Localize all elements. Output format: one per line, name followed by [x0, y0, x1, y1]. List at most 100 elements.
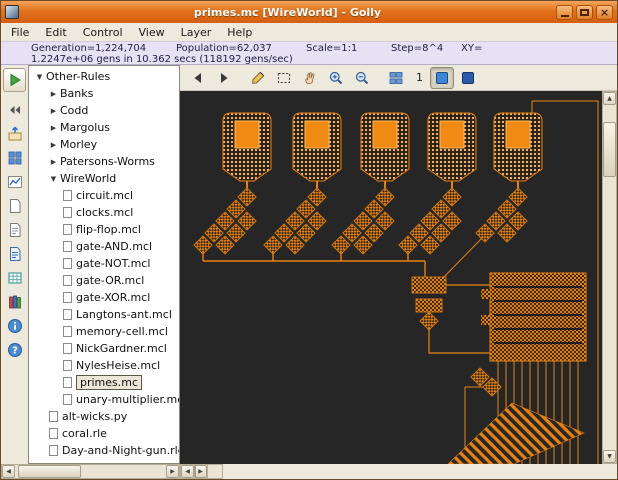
- draw-button[interactable]: [246, 67, 270, 89]
- scroll-up-icon[interactable]: ▲: [603, 92, 616, 105]
- collapse-panel-button[interactable]: [3, 99, 26, 120]
- save-pattern-button[interactable]: [3, 243, 26, 264]
- pattern-info-button[interactable]: [3, 219, 26, 240]
- tree-item-label: NickGardner.mcl: [76, 342, 167, 355]
- file-icon: [63, 292, 72, 303]
- select-button[interactable]: [272, 67, 296, 89]
- layer-1-button[interactable]: [430, 67, 454, 89]
- menu-control[interactable]: Control: [75, 25, 131, 40]
- menu-view[interactable]: View: [131, 25, 173, 40]
- file-icon: [49, 411, 58, 422]
- tree-item-primes.mc[interactable]: primes.mc: [29, 374, 179, 391]
- tree-item-label: gate-OR.mcl: [76, 274, 144, 287]
- blue-tiles-icon: [7, 150, 23, 166]
- tile-layers-button[interactable]: [384, 67, 408, 89]
- scroll-left-icon[interactable]: ◀: [2, 465, 15, 478]
- menu-bar: FileEditControlViewLayerHelp: [1, 23, 617, 41]
- tree-item-label: flip-flop.mcl: [76, 223, 141, 236]
- scroll-down-icon[interactable]: ▼: [603, 450, 616, 463]
- file-icon: [63, 394, 72, 405]
- help-button[interactable]: ?: [3, 339, 26, 360]
- move-button[interactable]: [298, 67, 322, 89]
- tree-item-label: Patersons-Worms: [60, 155, 155, 168]
- layer-2-button[interactable]: [456, 67, 480, 89]
- close-button[interactable]: ×: [596, 5, 613, 20]
- menu-help[interactable]: Help: [219, 25, 260, 40]
- show-graph-button[interactable]: [3, 171, 26, 192]
- triangle-closed-icon[interactable]: ▶: [47, 124, 60, 132]
- view-toolbar: 1: [180, 65, 617, 91]
- canvas-vscrollbar[interactable]: ▲ ▼: [602, 91, 617, 464]
- tree-item-flip-flop.mcl[interactable]: flip-flop.mcl: [29, 221, 179, 238]
- tree-item-gate-AND.mcl[interactable]: gate-AND.mcl: [29, 238, 179, 255]
- tree-item-NickGardner.mcl[interactable]: NickGardner.mcl: [29, 340, 179, 357]
- tree-item-Margolus[interactable]: ▶Margolus: [29, 119, 179, 136]
- window-title: primes.mc [WireWorld] - Golly: [22, 6, 553, 19]
- title-bar[interactable]: primes.mc [WireWorld] - Golly ×: [1, 1, 617, 23]
- info-button[interactable]: [3, 315, 26, 336]
- tree-item-label: clocks.mcl: [76, 206, 133, 219]
- show-layers-button[interactable]: [3, 147, 26, 168]
- tree-item-coral.rle[interactable]: coral.rle: [29, 425, 179, 442]
- scroll-right-icon[interactable]: ▶: [166, 465, 179, 478]
- tree-item-unary-multiplier.mcl[interactable]: unary-multiplier.mcl: [29, 391, 179, 408]
- tree-item-memory-cell.mcl[interactable]: memory-cell.mcl: [29, 323, 179, 340]
- tree-item-NylesHeise.mcl[interactable]: NylesHeise.mcl: [29, 357, 179, 374]
- pattern-library-button[interactable]: [3, 291, 26, 312]
- pattern-canvas[interactable]: [180, 91, 602, 464]
- tree-item-Patersons-Worms[interactable]: ▶Patersons-Worms: [29, 153, 179, 170]
- menu-layer[interactable]: Layer: [173, 25, 220, 40]
- graph-icon: [7, 174, 23, 190]
- tree-item-gate-XOR.mcl[interactable]: gate-XOR.mcl: [29, 289, 179, 306]
- pattern-tree: ▼Other-Rules▶Banks▶Codd▶Margolus▶Morley▶…: [28, 65, 180, 464]
- close-icon: ×: [600, 7, 609, 18]
- run-button[interactable]: [3, 68, 26, 92]
- status-population: Population=62,037: [176, 43, 306, 54]
- tree-item-Other-Rules[interactable]: ▼Other-Rules: [29, 68, 179, 85]
- triangle-open-icon[interactable]: ▼: [47, 175, 60, 183]
- tree-item-gate-NOT.mcl[interactable]: gate-NOT.mcl: [29, 255, 179, 272]
- tree-item-Banks[interactable]: ▶Banks: [29, 85, 179, 102]
- tree-hscroll-thumb[interactable]: [18, 465, 81, 478]
- tree-item-Morley[interactable]: ▶Morley: [29, 136, 179, 153]
- tree-item-gate-OR.mcl[interactable]: gate-OR.mcl: [29, 272, 179, 289]
- new-pattern-button[interactable]: [3, 195, 26, 216]
- forward-button[interactable]: [212, 67, 236, 89]
- show-table-button[interactable]: [3, 267, 26, 288]
- maximize-button[interactable]: [576, 5, 593, 20]
- tree-item-Day-and-Night-gun.rle[interactable]: Day-and-Night-gun.rle: [29, 442, 179, 459]
- golly-window: primes.mc [WireWorld] - Golly × FileEdit…: [0, 0, 618, 480]
- canvas-vscroll-thumb[interactable]: [603, 122, 616, 177]
- tree-hscrollbar[interactable]: ◀ ▶: [1, 464, 180, 479]
- canvas-hscrollbar[interactable]: ◀ ▶: [180, 464, 208, 479]
- tree-item-clocks.mcl[interactable]: clocks.mcl: [29, 204, 179, 221]
- status-generation: Generation=1,224,704: [31, 43, 176, 54]
- tree-item-alt-wicks.py[interactable]: alt-wicks.py: [29, 408, 179, 425]
- file-icon: [49, 445, 58, 456]
- books-icon: [7, 294, 23, 310]
- menu-edit[interactable]: Edit: [37, 25, 74, 40]
- zoom-out-button[interactable]: [350, 67, 374, 89]
- open-pattern-button[interactable]: [3, 123, 26, 144]
- tree-item-WireWorld[interactable]: ▼WireWorld: [29, 170, 179, 187]
- scroll-left-icon[interactable]: ◀: [181, 465, 194, 478]
- minimize-button[interactable]: [556, 5, 573, 20]
- triangle-closed-icon[interactable]: ▶: [47, 158, 60, 166]
- tree-item-label: gate-AND.mcl: [76, 240, 152, 253]
- back-button[interactable]: [186, 67, 210, 89]
- status-bar: Generation=1,224,704 Population=62,037 S…: [1, 41, 617, 65]
- triangle-closed-icon[interactable]: ▶: [47, 141, 60, 149]
- triangle-open-icon[interactable]: ▼: [33, 73, 46, 81]
- file-icon: [63, 258, 72, 269]
- triangle-closed-icon[interactable]: ▶: [47, 90, 60, 98]
- menu-file[interactable]: File: [3, 25, 37, 40]
- tree-item-Codd[interactable]: ▶Codd: [29, 102, 179, 119]
- triangle-closed-icon[interactable]: ▶: [47, 107, 60, 115]
- tree-item-label: Other-Rules: [46, 70, 110, 83]
- tree-item-Langtons-ant.mcl[interactable]: Langtons-ant.mcl: [29, 306, 179, 323]
- tree-item-circuit.mcl[interactable]: circuit.mcl: [29, 187, 179, 204]
- selection-rect-icon: [276, 70, 292, 86]
- zoom-in-button[interactable]: [324, 67, 348, 89]
- svg-text:?: ?: [12, 345, 18, 356]
- canvas-hscroll-thumb[interactable]: [194, 465, 196, 478]
